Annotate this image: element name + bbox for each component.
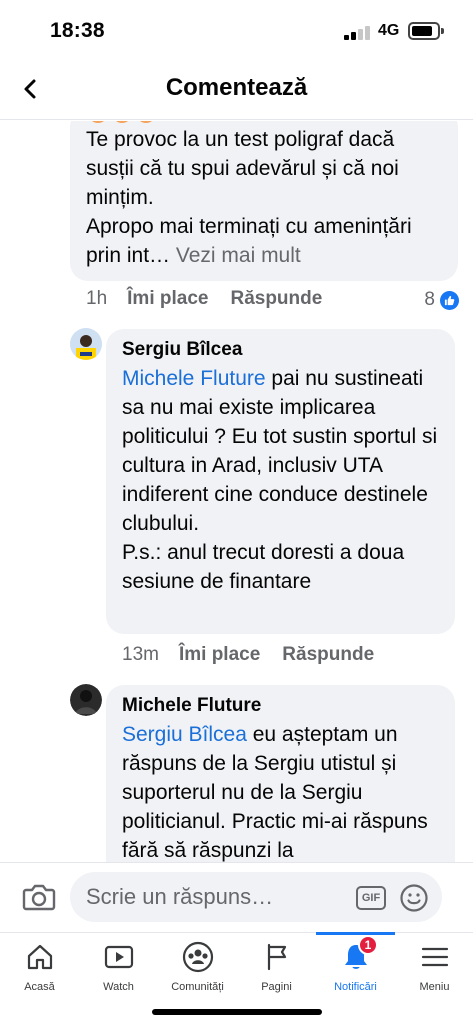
nav-label: Pagini <box>261 981 292 993</box>
comment-bubble: Sergiu Bîlcea Michele Fluture pai nu sus… <box>106 329 455 634</box>
flag-icon <box>267 943 286 971</box>
see-more-link[interactable]: Vezi mai mult <box>170 244 301 267</box>
header: Comentează <box>0 60 473 120</box>
mention-link[interactable]: Sergiu Bîlcea <box>122 723 247 746</box>
emoji-icon <box>400 884 428 912</box>
comment-actions: 13m Îmi place Răspunde <box>122 644 374 666</box>
reply-button[interactable]: Răspunde <box>230 288 322 310</box>
comments-list: Te provoc la un test poligraf dacă susți… <box>0 121 473 862</box>
nav-pages[interactable]: Pagini <box>237 933 316 1003</box>
like-count[interactable]: 8 <box>424 289 459 311</box>
nav-watch[interactable]: Watch <box>79 933 158 1003</box>
battery-icon <box>408 22 444 40</box>
like-icon <box>440 290 459 310</box>
nav-label: Acasă <box>24 981 55 993</box>
comment-time: 13m <box>122 644 159 665</box>
nav-label: Watch <box>103 981 134 993</box>
comment-text: Michele Fluture pai nu sustineati sa nu … <box>122 367 438 593</box>
comment-bubble: Te provoc la un test poligraf dacă susți… <box>70 121 458 281</box>
comment-bubble: Michele Fluture Sergiu Bîlcea eu aștepta… <box>106 685 455 862</box>
home-indicator <box>152 1009 322 1015</box>
menu-icon <box>421 947 448 967</box>
network-label: 4G <box>378 22 400 39</box>
mention-link[interactable]: Michele Fluture <box>122 367 266 390</box>
comment-actions: 1h Îmi place Răspunde <box>86 288 322 310</box>
nav-menu[interactable]: Meniu <box>395 933 473 1003</box>
camera-icon <box>22 884 56 911</box>
like-button[interactable]: Îmi place <box>127 288 208 310</box>
comment-author[interactable]: Michele Fluture <box>122 695 439 717</box>
nav-notifications[interactable]: 1 Notificări <box>316 932 395 1003</box>
status-time: 18:38 <box>50 19 105 42</box>
page-title: Comentează <box>165 74 308 101</box>
reactions-icon <box>88 121 156 123</box>
reply-input[interactable] <box>70 872 442 922</box>
home-icon <box>27 944 52 970</box>
comment-text: Te provoc la un test poligraf dacă susți… <box>86 128 412 267</box>
like-button[interactable]: Îmi place <box>179 644 260 666</box>
camera-button[interactable] <box>22 882 56 912</box>
nav-home[interactable]: Acasă <box>0 933 79 1003</box>
comment-author[interactable]: Sergiu Bîlcea <box>122 339 439 361</box>
nav-label: Comunități <box>171 981 224 993</box>
nav-label: Notificări <box>334 981 377 993</box>
nav-label: Meniu <box>419 981 450 993</box>
comment-time: 1h <box>86 288 108 309</box>
avatar[interactable] <box>70 328 102 360</box>
reply-button[interactable]: Răspunde <box>282 644 374 666</box>
reply-composer: GIF <box>0 862 473 932</box>
groups-icon <box>182 941 213 973</box>
status-bar: 18:38 4G <box>0 0 473 60</box>
comment-text: Sergiu Bîlcea eu așteptam un răspuns de … <box>122 723 428 862</box>
emoji-button[interactable] <box>399 883 429 913</box>
watch-icon <box>104 945 133 969</box>
signal-icon <box>344 24 372 40</box>
avatar[interactable] <box>70 684 102 716</box>
notification-badge: 1 <box>358 935 378 955</box>
nav-groups[interactable]: Comunități <box>158 933 237 1003</box>
gif-button[interactable]: GIF <box>356 886 386 910</box>
